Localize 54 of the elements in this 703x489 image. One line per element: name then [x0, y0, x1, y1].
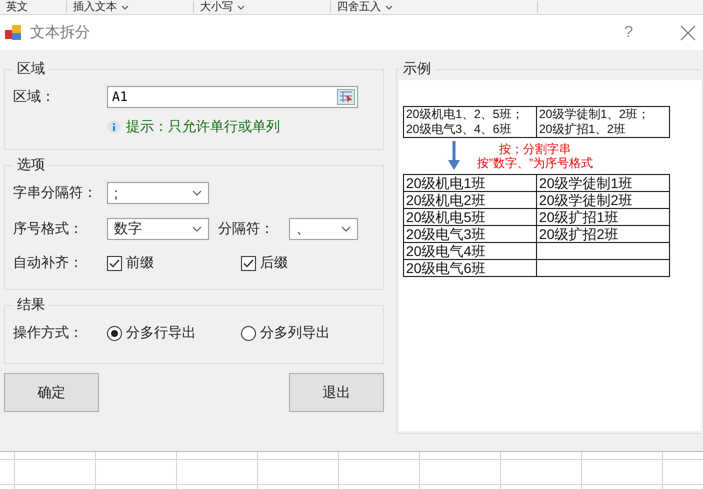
checkbox[interactable]: 后缀 [241, 254, 375, 272]
hint-text: 提示：只允许单行或单列 [126, 118, 280, 136]
check-icon [243, 258, 254, 268]
info-icon [107, 120, 121, 134]
field-label: 字串分隔符： [13, 184, 98, 202]
window-title: 文本拆分 [30, 23, 91, 42]
caret-icon [341, 226, 351, 232]
table-cell: 20级学徒制2班 [536, 192, 670, 208]
caret-icon [237, 4, 245, 10]
table-cell: 20级扩招1班 [536, 208, 670, 226]
caret-icon [192, 190, 202, 196]
field-label: 自动补齐： [13, 254, 84, 272]
caret-icon [192, 226, 202, 232]
ribbon-item[interactable]: 四舍五入 [331, 1, 538, 13]
dialog-button[interactable]: 退出 [289, 373, 384, 412]
table-cell: 20级电气4班 [404, 242, 536, 260]
field-label: 序号格式： [13, 220, 84, 238]
dialog-button[interactable]: 确定 [4, 373, 99, 412]
range-picker-icon[interactable] [337, 89, 355, 105]
group-title: 结果 [16, 296, 46, 314]
dropdown[interactable]: 、 [289, 218, 358, 240]
dropdown[interactable]: ; [107, 182, 209, 204]
caret-icon [121, 4, 129, 10]
check-icon [109, 258, 120, 268]
radio-button[interactable]: 分多列导出 [241, 324, 375, 342]
range-field[interactable]: A1 [107, 86, 358, 108]
app-icon [4, 24, 22, 42]
table-cell: 20级电气6班 [404, 260, 536, 276]
table-cell: 20级学徒制1班 [536, 174, 670, 192]
checkbox[interactable]: 前缀 [107, 254, 241, 272]
radio-button[interactable]: 分多行导出 [107, 324, 241, 342]
note-text: 按；分割字串 [499, 142, 571, 156]
table-cell: 20级机电5班 [404, 208, 536, 226]
help-button[interactable]: ? [624, 24, 633, 42]
field-label: 区域： [13, 88, 56, 106]
caret-icon [385, 4, 393, 10]
down-arrow-icon [447, 141, 461, 171]
field-label: 操作方式： [13, 324, 84, 342]
ribbon-item[interactable]: 大小写 [194, 1, 331, 13]
dropdown[interactable]: 数字 [107, 218, 209, 240]
table-cell: 20级电气3班 [404, 226, 536, 242]
table-cell: 20级机电2班 [404, 192, 536, 208]
ribbon-item[interactable]: 英文 [0, 1, 67, 13]
group-title: 示例 [402, 60, 432, 78]
ribbon-item[interactable]: 插入文本 [67, 1, 194, 13]
table-cell: 20级学徒制1、2班； 20级扩招1、2班 [536, 106, 670, 138]
group-title: 区域 [16, 60, 46, 78]
note-text: 按”数字、”为序号格式 [477, 156, 593, 170]
field-label: 分隔符： [218, 220, 275, 238]
table-cell: 20级机电1班 [404, 174, 536, 192]
table-cell: 20级扩招2班 [536, 226, 670, 242]
table-cell: 20级机电1、2、5班； 20级电气3、4、6班 [404, 106, 536, 138]
group-title: 选项 [16, 156, 46, 174]
close-icon [680, 24, 696, 40]
